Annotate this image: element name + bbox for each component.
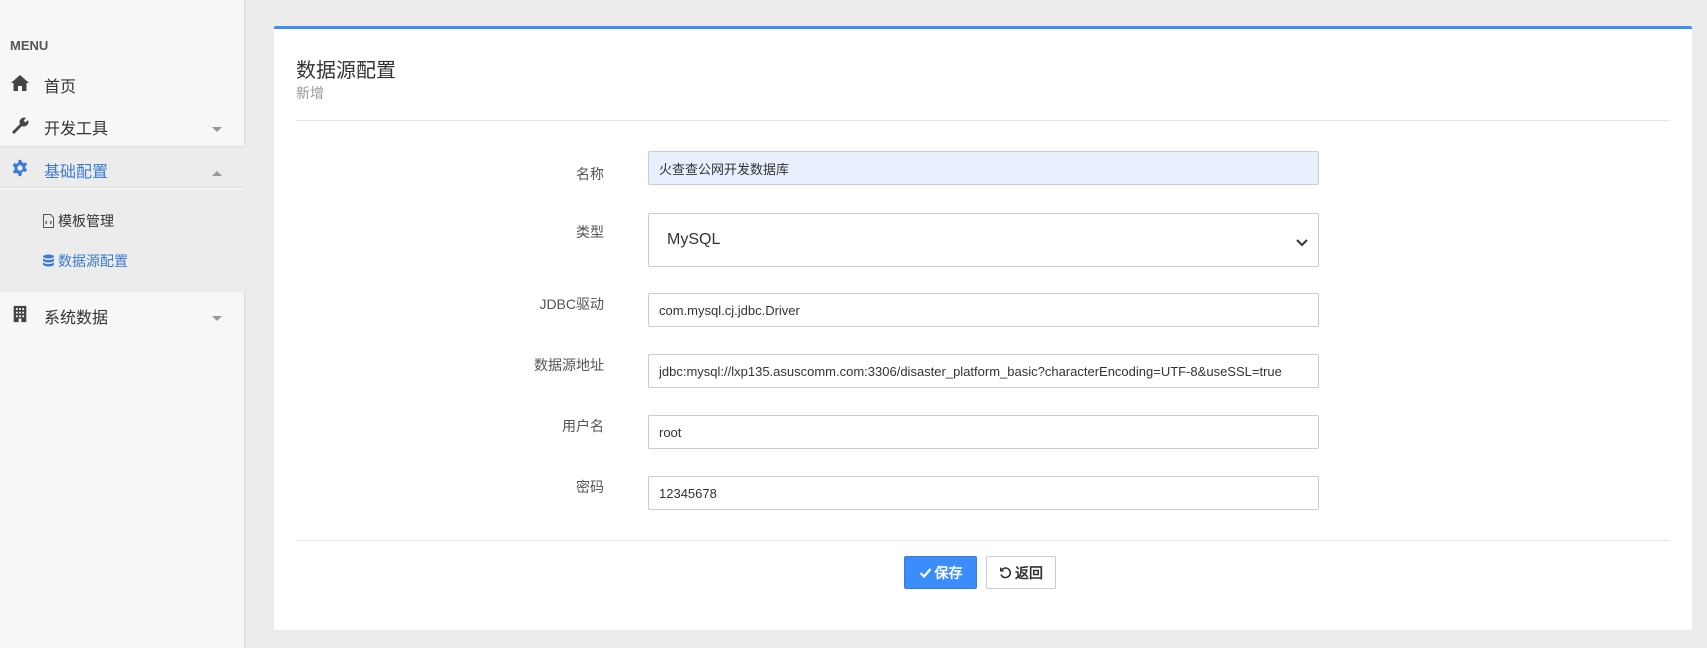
sidebar-subitem-datasource[interactable]: 数据源配置 [42, 251, 128, 271]
url-label: 数据源地址 [534, 357, 604, 373]
wrench-icon [10, 116, 30, 134]
sidebar-item-dev-tools[interactable]: 开发工具 [0, 104, 245, 146]
caret-down-icon [211, 121, 223, 132]
username-label: 用户名 [562, 418, 604, 434]
back-button[interactable]: 返回 [986, 556, 1056, 589]
caret-up-icon [211, 164, 223, 176]
sidebar-item-home[interactable]: 首页 [0, 62, 245, 104]
caret-down-icon [211, 310, 223, 321]
building-icon [10, 305, 30, 323]
sidebar-item-label: 系统数据 [44, 310, 109, 327]
type-select[interactable]: MySQL [648, 213, 1319, 267]
chevron-down-icon [1296, 234, 1308, 247]
file-code-icon [43, 214, 54, 228]
sidebar-item-label: 开发工具 [44, 121, 109, 138]
name-input[interactable]: 火查查公网开发数据库 [648, 151, 1319, 185]
sidebar-item-label: 首页 [44, 79, 77, 96]
sidebar: MENU 首页 开发工具 基础配置 模板管理 数据源配置 系统数据 [0, 0, 245, 648]
sidebar-subitem-label: 模板管理 [58, 213, 114, 229]
type-select-value: MySQL [667, 231, 721, 248]
save-button[interactable]: 保存 [904, 556, 977, 589]
page-subtitle: 新增 [296, 85, 324, 101]
divider [296, 540, 1670, 541]
sidebar-subitem-label: 数据源配置 [58, 253, 128, 269]
back-button-label: 返回 [1015, 564, 1043, 581]
driver-input[interactable]: com.mysql.cj.jdbc.Driver [648, 293, 1319, 327]
undo-icon [1000, 567, 1012, 579]
page-title: 数据源配置 [296, 60, 396, 82]
type-label: 类型 [576, 224, 604, 240]
submenu-basic-config: 模板管理 数据源配置 [0, 190, 245, 292]
home-icon [10, 74, 30, 92]
driver-label: JDBC驱动 [539, 296, 604, 312]
username-input[interactable]: root [648, 415, 1319, 449]
menu-header: MENU [10, 38, 49, 53]
datasource-form-panel: 数据源配置 新增 名称 类型 JDBC驱动 数据源地址 用户名 密码 火查查公网… [274, 26, 1692, 630]
save-button-label: 保存 [934, 564, 963, 581]
database-icon [43, 254, 54, 267]
gear-icon [10, 159, 30, 177]
sidebar-item-basic-config[interactable]: 基础配置 [0, 146, 245, 188]
password-input[interactable]: 12345678 [648, 476, 1319, 510]
check-icon [919, 568, 931, 579]
password-label: 密码 [576, 479, 604, 495]
sidebar-item-label: 基础配置 [44, 164, 109, 181]
sidebar-item-system-data[interactable]: 系统数据 [0, 293, 245, 335]
url-input[interactable]: jdbc:mysql://lxp135.asuscomm.com:3306/di… [648, 354, 1319, 388]
name-label: 名称 [576, 166, 604, 182]
divider [296, 120, 1670, 121]
sidebar-subitem-template[interactable]: 模板管理 [42, 211, 114, 231]
